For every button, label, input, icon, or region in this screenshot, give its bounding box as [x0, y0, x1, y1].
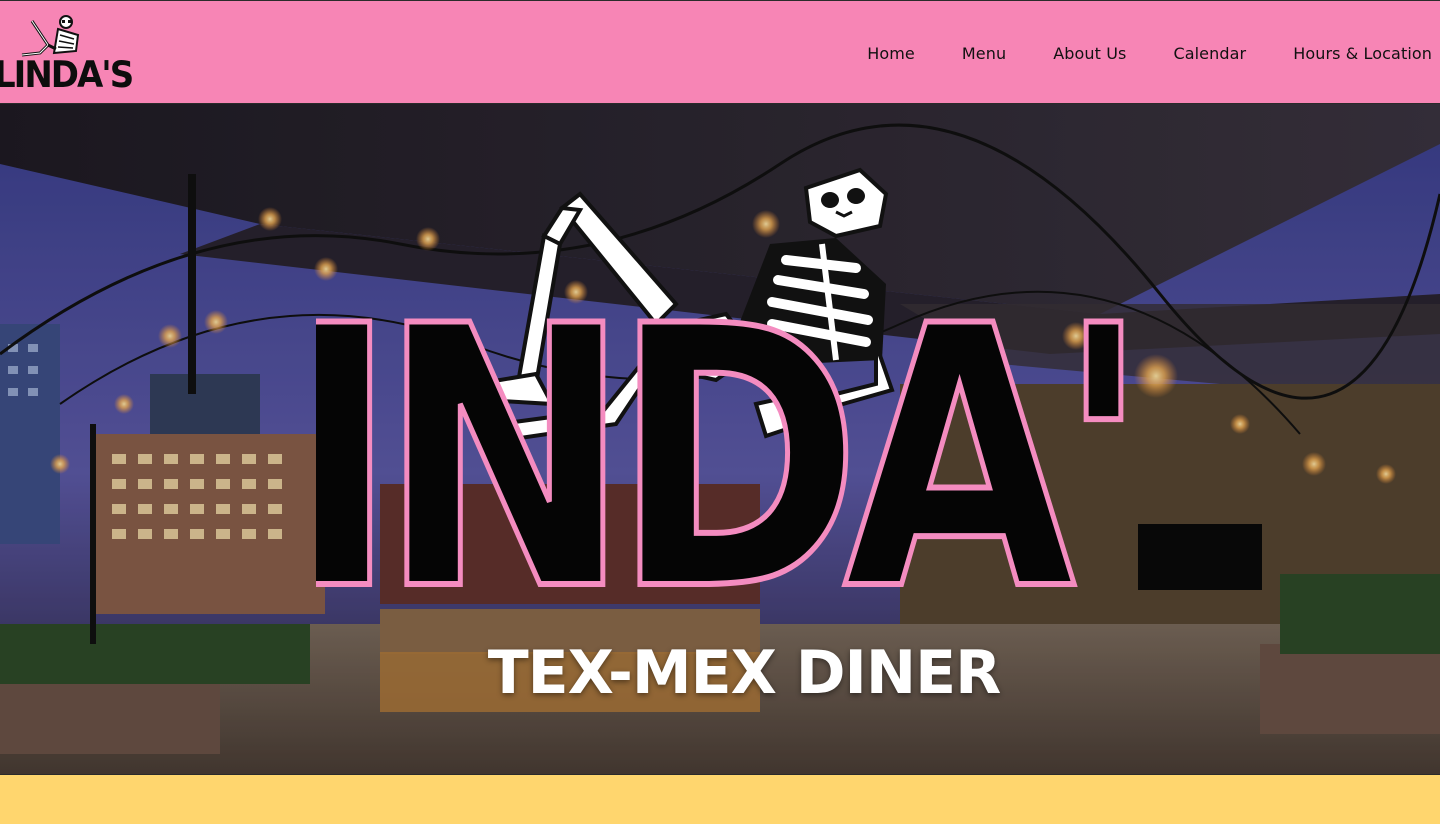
nav-menu[interactable]: Menu — [962, 44, 1006, 63]
hero-tagline: TEX-MEX DINER — [487, 638, 1002, 708]
nav-calendar[interactable]: Calendar — [1173, 44, 1246, 63]
site-header: LINDA'S Home Menu About Us Calendar Hour… — [0, 0, 1440, 104]
nav-home[interactable]: Home — [867, 44, 915, 63]
main-nav: Home Menu About Us Calendar Hours & Loca… — [820, 1, 1432, 105]
site-logo-link[interactable]: LINDA'S — [0, 13, 134, 94]
logo-wordmark: LINDA'S — [0, 53, 134, 97]
nav-about-us[interactable]: About Us — [1053, 44, 1126, 63]
hero-section: LINDA'S TEX-MEX DINER — [0, 104, 1440, 775]
skeleton-hero-logo: LINDA'S — [316, 167, 1126, 664]
next-section-band — [0, 775, 1440, 824]
nav-hours-location[interactable]: Hours & Location — [1293, 44, 1432, 63]
hero-wordmark: LINDA'S — [316, 250, 1126, 664]
skeleton-logo-icon — [21, 15, 80, 57]
